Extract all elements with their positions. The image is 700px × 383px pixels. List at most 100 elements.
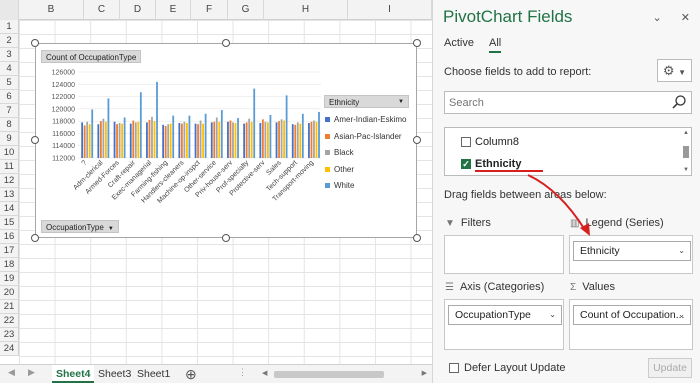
chart-bar — [178, 122, 181, 158]
row-header-3[interactable]: 3 — [0, 48, 19, 62]
column-header-h[interactable]: H — [264, 0, 348, 20]
worksheet[interactable]: B C D E F G H I 1 2 3 4 5 6 7 8 9 10 11 12 13 14 15 16 1… — [0, 0, 432, 383]
scrollbar-thumb[interactable] — [683, 146, 689, 158]
row-header-24[interactable]: 24 — [0, 342, 19, 356]
column-header-i[interactable]: I — [348, 0, 432, 20]
defer-layout-update[interactable]: Defer Layout Update — [449, 362, 566, 374]
scroll-right-icon[interactable]: ▶ — [28, 367, 35, 378]
search-input[interactable] — [445, 92, 665, 113]
legend-field-pill[interactable]: Ethnicity ⌄ — [573, 241, 691, 261]
tab-active[interactable]: Active — [444, 37, 474, 49]
chevron-down-icon[interactable]: ⌄ — [653, 12, 662, 24]
chart-bar — [269, 115, 272, 158]
resize-handle-left[interactable] — [31, 136, 39, 144]
axis-area[interactable]: ☰ Axis (Categories) OccupationType ⌄ — [444, 281, 564, 350]
defer-checkbox[interactable] — [449, 363, 459, 373]
resize-handle-bottom-right[interactable] — [413, 234, 421, 242]
resize-handle-top-right[interactable] — [413, 39, 421, 47]
scroll-left-arrow-icon[interactable]: ◀ — [262, 369, 267, 377]
sheet-tab-sheet3[interactable]: Sheet3 — [94, 365, 135, 383]
row-header-17[interactable]: 17 — [0, 244, 19, 258]
row-header-6[interactable]: 6 — [0, 90, 19, 104]
row-header-1[interactable]: 1 — [0, 20, 19, 34]
column-header-b[interactable]: B — [19, 0, 84, 20]
row-header-11[interactable]: 11 — [0, 160, 19, 174]
row-header-12[interactable]: 12 — [0, 174, 19, 188]
vertical-scrollbar[interactable]: ▲ ▼ — [683, 130, 689, 173]
chevron-down-icon[interactable]: ⌄ — [678, 306, 685, 324]
column-header-d[interactable]: D — [120, 0, 156, 20]
tools-button[interactable]: ⚙ ▼ — [657, 59, 692, 82]
chart-plot-area[interactable]: 112000 114000 116000 118000 120000 122000 1240… — [36, 66, 326, 226]
gear-icon: ⚙ — [662, 63, 675, 78]
row-header-4[interactable]: 4 — [0, 62, 19, 76]
scroll-left-icon[interactable]: ◀ — [8, 367, 15, 378]
chart-bar — [139, 92, 142, 158]
close-icon[interactable]: ✕ — [681, 12, 690, 24]
legend-field-button[interactable]: Ethnicity ▼ — [324, 95, 409, 108]
axis-field-button[interactable]: OccupationType ▼ — [41, 220, 119, 233]
filters-area[interactable]: ▼ Filters — [444, 217, 564, 274]
chevron-down-icon[interactable]: ⌄ — [678, 242, 685, 260]
row-header-2[interactable]: 2 — [0, 34, 19, 48]
row-header-20[interactable]: 20 — [0, 286, 19, 300]
values-area[interactable]: Σ Values Count of Occupation... ⌄ — [569, 281, 693, 350]
row-header-22[interactable]: 22 — [0, 314, 19, 328]
y-tick-label: 126000 — [52, 70, 75, 77]
row-header-9[interactable]: 9 — [0, 132, 19, 146]
field-item-column8[interactable]: Column8 — [461, 134, 519, 150]
sheet-tab-sheet4[interactable]: Sheet4 — [52, 365, 95, 383]
row-header-21[interactable]: 21 — [0, 300, 19, 314]
field-checkbox[interactable] — [461, 137, 471, 147]
values-field-pill[interactable]: Count of Occupation... ⌄ — [573, 305, 691, 325]
row-header-19[interactable]: 19 — [0, 272, 19, 286]
row-header-10[interactable]: 10 — [0, 146, 19, 160]
chevron-down-icon[interactable]: ⌄ — [549, 306, 556, 324]
row-header-23[interactable]: 23 — [0, 328, 19, 342]
value-field-button[interactable]: Count of OccupationType — [41, 50, 142, 63]
update-button[interactable]: Update — [648, 358, 692, 378]
select-all-corner[interactable] — [0, 0, 19, 20]
legend-item: Asian-Pac-Islander — [325, 131, 402, 142]
sheet-tab-sheet1[interactable]: Sheet1 — [133, 365, 174, 383]
search-icon[interactable] — [671, 94, 687, 110]
chart-bar — [121, 123, 123, 158]
row-header-18[interactable]: 18 — [0, 258, 19, 272]
defer-label: Defer Layout Update — [464, 362, 566, 374]
column-header-c[interactable]: C — [84, 0, 120, 20]
field-checkbox[interactable]: ✓ — [461, 159, 471, 169]
chart-bar — [83, 125, 86, 158]
scrollbar-thumb[interactable] — [274, 371, 384, 378]
row-header-8[interactable]: 8 — [0, 118, 19, 132]
pivot-chart[interactable]: Count of OccupationType 112000 114000 1160… — [35, 43, 417, 238]
resize-handle-bottom[interactable] — [222, 234, 230, 242]
plus-circle-icon[interactable]: ⊕ — [185, 366, 197, 382]
scroll-right-arrow-icon[interactable]: ▶ — [422, 369, 427, 377]
resize-handle-bottom-left[interactable] — [31, 234, 39, 242]
row-header-14[interactable]: 14 — [0, 202, 19, 216]
resize-handle-right[interactable] — [413, 136, 421, 144]
column-header-g[interactable]: G — [228, 0, 264, 20]
column-header-f[interactable]: F — [191, 0, 228, 20]
resize-handle-top[interactable] — [222, 39, 230, 47]
row-header-15[interactable]: 15 — [0, 216, 19, 230]
scroll-up-icon[interactable]: ▲ — [683, 130, 689, 136]
row-header-7[interactable]: 7 — [0, 104, 19, 118]
chart-bar — [164, 126, 167, 158]
resize-handle-top-left[interactable] — [31, 39, 39, 47]
row-header-13[interactable]: 13 — [0, 188, 19, 202]
column-header-e[interactable]: E — [156, 0, 191, 20]
chart-bar — [116, 124, 118, 158]
legend-swatch — [325, 166, 330, 172]
legend-area[interactable]: ▥ Legend (Series) Ethnicity ⌄ — [569, 217, 693, 274]
axis-field-label: OccupationType — [46, 223, 104, 232]
choose-fields-label: Choose fields to add to report: — [444, 66, 592, 78]
scroll-down-icon[interactable]: ▼ — [683, 167, 689, 173]
tab-all[interactable]: All — [489, 37, 502, 53]
axis-field-pill[interactable]: OccupationType ⌄ — [448, 305, 562, 325]
chart-bar — [151, 116, 153, 158]
row-header-5[interactable]: 5 — [0, 76, 19, 90]
more-options-icon[interactable]: ⋮ — [238, 367, 247, 378]
row-header-16[interactable]: 16 — [0, 230, 19, 244]
horizontal-scrollbar[interactable]: ◀ ▶ — [262, 369, 427, 380]
